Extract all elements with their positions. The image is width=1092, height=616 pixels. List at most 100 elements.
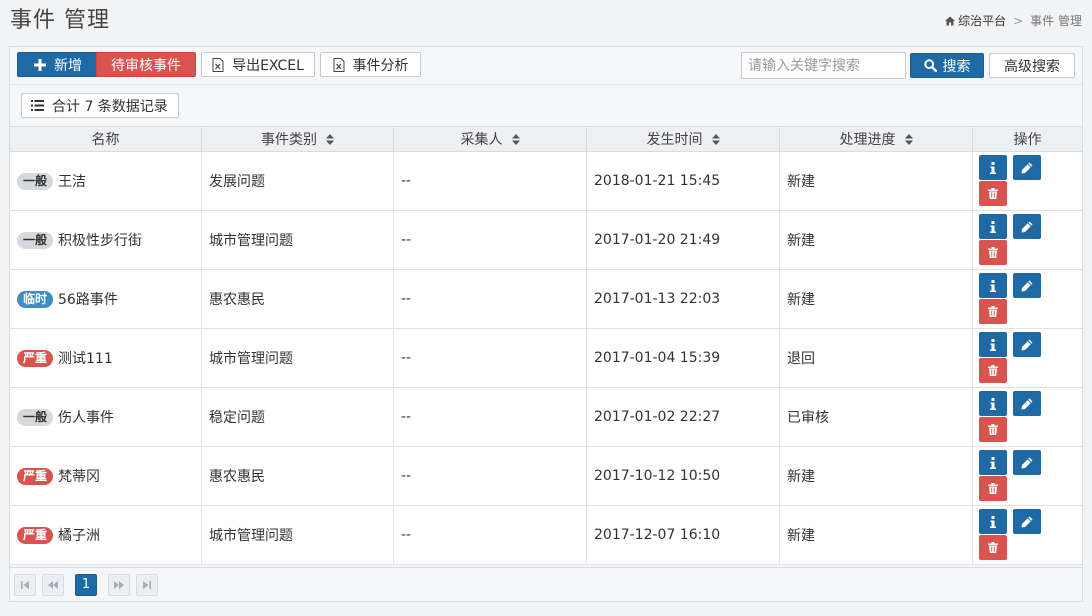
edit-button[interactable]	[1013, 332, 1041, 357]
trash-icon	[988, 306, 998, 317]
prev-page-button[interactable]	[42, 573, 64, 596]
cell-status: 新建	[780, 506, 973, 564]
edit-button[interactable]	[1013, 509, 1041, 534]
table-row[interactable]: 一般 王洁 发展问题 -- 2018-01-21 15:45 新建	[10, 152, 1082, 211]
info-button[interactable]	[979, 450, 1007, 475]
pencil-icon	[1021, 221, 1033, 232]
table-row[interactable]: 严重 橘子洲 城市管理问题 -- 2017-12-07 16:10 新建	[10, 506, 1082, 565]
delete-button[interactable]	[979, 417, 1007, 442]
list-icon	[31, 100, 44, 111]
info-button[interactable]	[979, 214, 1007, 239]
info-button[interactable]	[979, 391, 1007, 416]
cell-category: 城市管理问题	[202, 506, 394, 564]
cell-name: 一般 积极性步行街	[10, 211, 202, 269]
cell-collector: --	[394, 506, 587, 564]
next-page-button[interactable]	[108, 573, 130, 596]
table-row[interactable]: 严重 测试111 城市管理问题 -- 2017-01-04 15:39 退回	[10, 329, 1082, 388]
cell-name: 严重 梵蒂冈	[10, 447, 202, 505]
edit-button[interactable]	[1013, 391, 1041, 416]
cell-category: 惠农惠民	[202, 447, 394, 505]
cell-time: 2017-10-12 10:50	[587, 447, 780, 505]
add-button-label: 新增	[54, 57, 82, 74]
edit-button[interactable]	[1013, 155, 1041, 180]
sort-icon	[511, 133, 520, 145]
event-name: 王洁	[58, 174, 87, 190]
column-header-time[interactable]: 发生时间	[587, 127, 780, 151]
pencil-icon	[1021, 280, 1033, 291]
last-page-button[interactable]	[136, 573, 158, 596]
sort-icon	[711, 133, 720, 145]
cell-category: 城市管理问题	[202, 211, 394, 269]
edit-button[interactable]	[1013, 214, 1041, 239]
delete-button[interactable]	[979, 299, 1007, 324]
page-title: 事件 管理	[10, 8, 110, 33]
export-excel-label: 导出EXCEL	[232, 57, 304, 74]
cell-time: 2017-01-13 22:03	[587, 270, 780, 328]
column-header-collector[interactable]: 采集人	[394, 127, 587, 151]
cell-collector: --	[394, 329, 587, 387]
edit-button[interactable]	[1013, 273, 1041, 298]
table-body: 一般 王洁 发展问题 -- 2018-01-21 15:45 新建 一般 积极性步行街 城市管理…	[10, 152, 1082, 565]
cell-actions	[973, 447, 1082, 505]
pencil-icon	[1021, 162, 1033, 173]
column-header-progress[interactable]: 处理进度	[780, 127, 973, 151]
cell-status: 新建	[780, 447, 973, 505]
search-button[interactable]: 搜索	[910, 53, 984, 78]
table-row[interactable]: 一般 积极性步行街 城市管理问题 -- 2017-01-20 21:49 新建	[10, 211, 1082, 270]
trash-icon	[988, 542, 998, 553]
level-badge: 严重	[17, 349, 54, 367]
event-analysis-button[interactable]: 事件分析	[320, 52, 421, 77]
delete-button[interactable]	[979, 476, 1007, 501]
cell-actions	[973, 329, 1082, 387]
search-input[interactable]	[741, 52, 906, 79]
column-header-actions: 操作	[1013, 132, 1042, 148]
export-excel-button[interactable]: 导出EXCEL	[201, 52, 315, 77]
pending-events-button[interactable]: 待审核事件	[96, 52, 196, 77]
column-header-category[interactable]: 事件类别	[202, 127, 394, 151]
info-button[interactable]	[979, 273, 1007, 298]
trash-icon	[988, 365, 998, 376]
cell-actions	[973, 211, 1082, 269]
level-badge: 严重	[17, 526, 54, 544]
delete-button[interactable]	[979, 181, 1007, 206]
cell-collector: --	[394, 211, 587, 269]
cell-status: 新建	[780, 270, 973, 328]
cell-name: 严重 橘子洲	[10, 506, 202, 564]
pencil-icon	[1021, 339, 1033, 350]
search-button-label: 搜索	[942, 58, 971, 75]
prev-page-icon	[48, 580, 58, 589]
cell-status: 已审核	[780, 388, 973, 446]
cell-actions	[973, 152, 1082, 210]
first-page-icon	[21, 580, 29, 589]
event-table: 名称 事件类别 采集人 发生时间 处理进度 操作 一般 王洁 发展问题 -- 2018-…	[10, 126, 1082, 565]
add-button[interactable]: 新增	[17, 52, 99, 77]
search-icon	[923, 59, 937, 72]
cell-collector: --	[394, 152, 587, 210]
pencil-icon	[1021, 516, 1033, 527]
breadcrumb-home[interactable]: 综治平台	[958, 12, 1006, 29]
delete-button[interactable]	[979, 358, 1007, 383]
info-button[interactable]	[979, 155, 1007, 180]
edit-button[interactable]	[1013, 450, 1041, 475]
trash-icon	[988, 247, 998, 258]
info-button[interactable]	[979, 332, 1007, 357]
table-row[interactable]: 一般 伤人事件 稳定问题 -- 2017-01-02 22:27 已审核	[10, 388, 1082, 447]
trash-icon	[988, 424, 998, 435]
column-header-name: 名称	[10, 127, 202, 151]
first-page-button[interactable]	[14, 573, 36, 596]
page-number-current[interactable]: 1	[75, 573, 97, 596]
delete-button[interactable]	[979, 240, 1007, 265]
toolbar: 新增 待审核事件 导出EXCEL 事件分析 搜索 高级搜索	[10, 47, 1082, 85]
event-analysis-label: 事件分析	[352, 57, 409, 74]
table-row[interactable]: 临时 56路事件 惠农惠民 -- 2017-01-13 22:03 新建	[10, 270, 1082, 329]
event-name: 伤人事件	[58, 410, 115, 426]
file-icon	[212, 57, 224, 72]
delete-button[interactable]	[979, 535, 1007, 560]
info-icon	[990, 338, 996, 351]
advanced-search-button[interactable]: 高级搜索	[989, 53, 1075, 78]
table-row[interactable]: 严重 梵蒂冈 惠农惠民 -- 2017-10-12 10:50 新建	[10, 447, 1082, 506]
info-icon	[990, 161, 996, 174]
file-icon	[333, 57, 344, 72]
info-button[interactable]	[979, 509, 1007, 534]
info-icon	[990, 279, 996, 292]
